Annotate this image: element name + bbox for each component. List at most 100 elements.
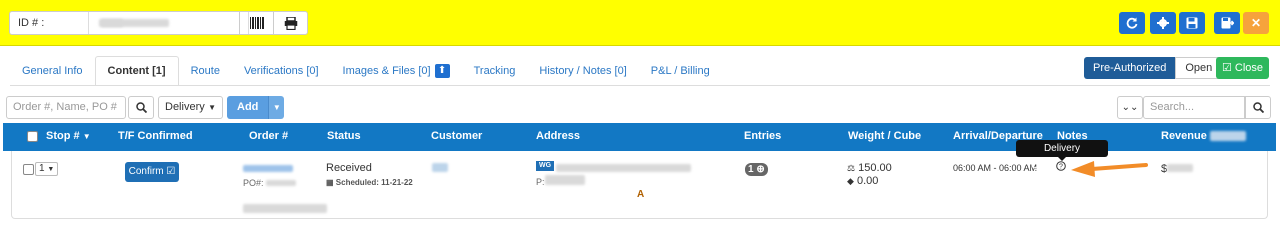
- tab-label: Tracking: [473, 65, 516, 77]
- row-checkbox[interactable]: [23, 163, 34, 175]
- close-icon: ✕: [1250, 16, 1262, 30]
- tab-label: Verifications [0]: [243, 65, 319, 77]
- address-line: [556, 163, 691, 175]
- header-stop-label: Stop #: [46, 130, 80, 142]
- refresh-button[interactable]: [1119, 12, 1145, 34]
- tab-label: Images & Files [0]: [342, 65, 431, 77]
- map-marker-a: A: [637, 189, 645, 200]
- tab-label: General Info: [22, 65, 83, 77]
- barcode-button[interactable]: [239, 12, 273, 34]
- address-phone: P:: [536, 175, 585, 187]
- chevron-down-icon: ▼: [208, 103, 216, 112]
- close-window-button[interactable]: ✕: [1243, 12, 1269, 34]
- tab-route[interactable]: Route: [179, 56, 232, 86]
- pre-authorized-button[interactable]: Pre-Authorized: [1084, 57, 1176, 79]
- save-icon: [1186, 17, 1198, 29]
- double-chevron-down-icon: ⌄⌄: [1121, 102, 1139, 113]
- confirm-button[interactable]: Confirm ☑: [125, 162, 179, 182]
- search-input[interactable]: Search...: [1143, 96, 1245, 119]
- barcode-icon: [249, 17, 264, 29]
- header-stop[interactable]: Stop # ▼: [46, 123, 91, 151]
- po-label: PO#:: [243, 178, 264, 188]
- expand-all-button[interactable]: ⌄⌄: [1117, 96, 1143, 119]
- tooltip-delivery-questionnaire: Delivery Questionnaire: [1016, 140, 1108, 171]
- search-icon: [1252, 102, 1264, 113]
- print-button[interactable]: [273, 12, 307, 34]
- upload-icon[interactable]: ⬆: [434, 64, 450, 78]
- check-square-icon: ☑: [1221, 62, 1232, 74]
- cube-icon: ◆: [847, 176, 854, 186]
- save-button[interactable]: [1179, 12, 1205, 34]
- header-tf-confirmed: T/F Confirmed: [118, 130, 193, 142]
- svg-text:?: ?: [1059, 164, 1063, 171]
- order-search-button[interactable]: [128, 96, 154, 119]
- stop-select-value: 1: [39, 163, 45, 174]
- tab-verifications[interactable]: Verifications [0]: [232, 56, 331, 86]
- tab-bar: General Info Content [1] Route Verificat…: [10, 56, 722, 86]
- header-weight-cube: Weight / Cube: [848, 130, 922, 142]
- tab-label: Content [1]: [107, 65, 166, 77]
- print-icon: [284, 16, 297, 30]
- id-label: ID # :: [18, 17, 45, 29]
- settings-button[interactable]: [1150, 12, 1176, 34]
- check-icon: ☑: [166, 166, 176, 177]
- close-order-label: Close: [1234, 62, 1264, 74]
- add-button[interactable]: Add: [227, 96, 269, 119]
- tab-content[interactable]: Content [1]: [94, 56, 179, 86]
- header-address: Address: [536, 130, 581, 142]
- delivery-select-value: Delivery: [165, 101, 205, 113]
- scheduled-date-text: Scheduled: 11-21-22: [335, 178, 413, 187]
- question-icon[interactable]: ?: [1056, 161, 1066, 174]
- header-order: Order #: [249, 130, 289, 142]
- po-number: PO#:: [243, 178, 297, 188]
- revenue-value: $: [1161, 163, 1194, 175]
- tab-label: Route: [190, 65, 220, 77]
- scale-icon: ⚖: [847, 163, 856, 173]
- tab-images-files[interactable]: Images & Files [0] ⬆: [331, 56, 462, 86]
- gear-icon: [1157, 17, 1169, 29]
- tab-general-info[interactable]: General Info: [10, 56, 95, 86]
- weight-text: 150.00: [858, 162, 892, 174]
- status-text: Received: [326, 162, 372, 174]
- address-type-badge: WG: [536, 161, 555, 171]
- refresh-icon: [1126, 17, 1138, 29]
- order-search-input[interactable]: Order #, Name, PO #: [6, 96, 126, 119]
- header-revenue: Revenue: [1161, 123, 1246, 151]
- select-all-checkbox[interactable]: [27, 123, 38, 151]
- header-entries: Entries: [744, 130, 782, 142]
- status-toggle: Pre-Authorized Open: [1084, 57, 1223, 79]
- top-bar: ID # : ✕: [0, 0, 1280, 46]
- confirm-label: Confirm: [128, 166, 164, 177]
- weight-value: ⚖ 150.00: [847, 162, 892, 174]
- tab-pl-billing[interactable]: P&L / Billing: [639, 56, 722, 86]
- calendar-icon: ▦: [326, 178, 334, 187]
- header-customer: Customer: [431, 130, 483, 142]
- address-prefix: P:: [536, 177, 545, 187]
- sort-down-icon: ▼: [82, 132, 91, 141]
- annotation-arrow-icon: [1071, 161, 1148, 177]
- header-revenue-label: Revenue: [1161, 130, 1207, 142]
- cube-value: ◆ 0.00: [847, 175, 878, 187]
- cube-text: 0.00: [856, 175, 879, 187]
- close-order-button[interactable]: ☑ Close: [1216, 57, 1269, 79]
- customer-name[interactable]: [432, 163, 448, 175]
- save-as-button[interactable]: [1214, 12, 1240, 34]
- add-dropdown-toggle[interactable]: ▼: [268, 96, 285, 119]
- tab-history-notes[interactable]: History / Notes [0]: [527, 56, 638, 86]
- search-button[interactable]: [1245, 96, 1271, 119]
- delivery-select[interactable]: Delivery ▼: [158, 96, 223, 119]
- order-extra-text: [243, 204, 327, 216]
- entries-badge[interactable]: 1 ⊕: [745, 163, 768, 176]
- tab-label: History / Notes [0]: [539, 65, 627, 77]
- tab-tracking[interactable]: Tracking: [462, 56, 528, 86]
- entries-count: 1: [748, 164, 754, 175]
- id-field-group: ID # :: [9, 11, 308, 35]
- zoom-search-icon: [135, 102, 147, 113]
- plus-circle-icon: ⊕: [756, 164, 765, 175]
- arrival-departure: 06:00 AM - 06:00 AM: [953, 163, 1038, 173]
- stop-select[interactable]: 1 ▼: [35, 162, 59, 176]
- content-toolbar: Order #, Name, PO # Delivery ▼ Add ▼: [6, 96, 285, 119]
- order-number-link[interactable]: [243, 163, 293, 175]
- tab-label: P&L / Billing: [650, 65, 710, 77]
- save-as-icon: [1221, 17, 1234, 29]
